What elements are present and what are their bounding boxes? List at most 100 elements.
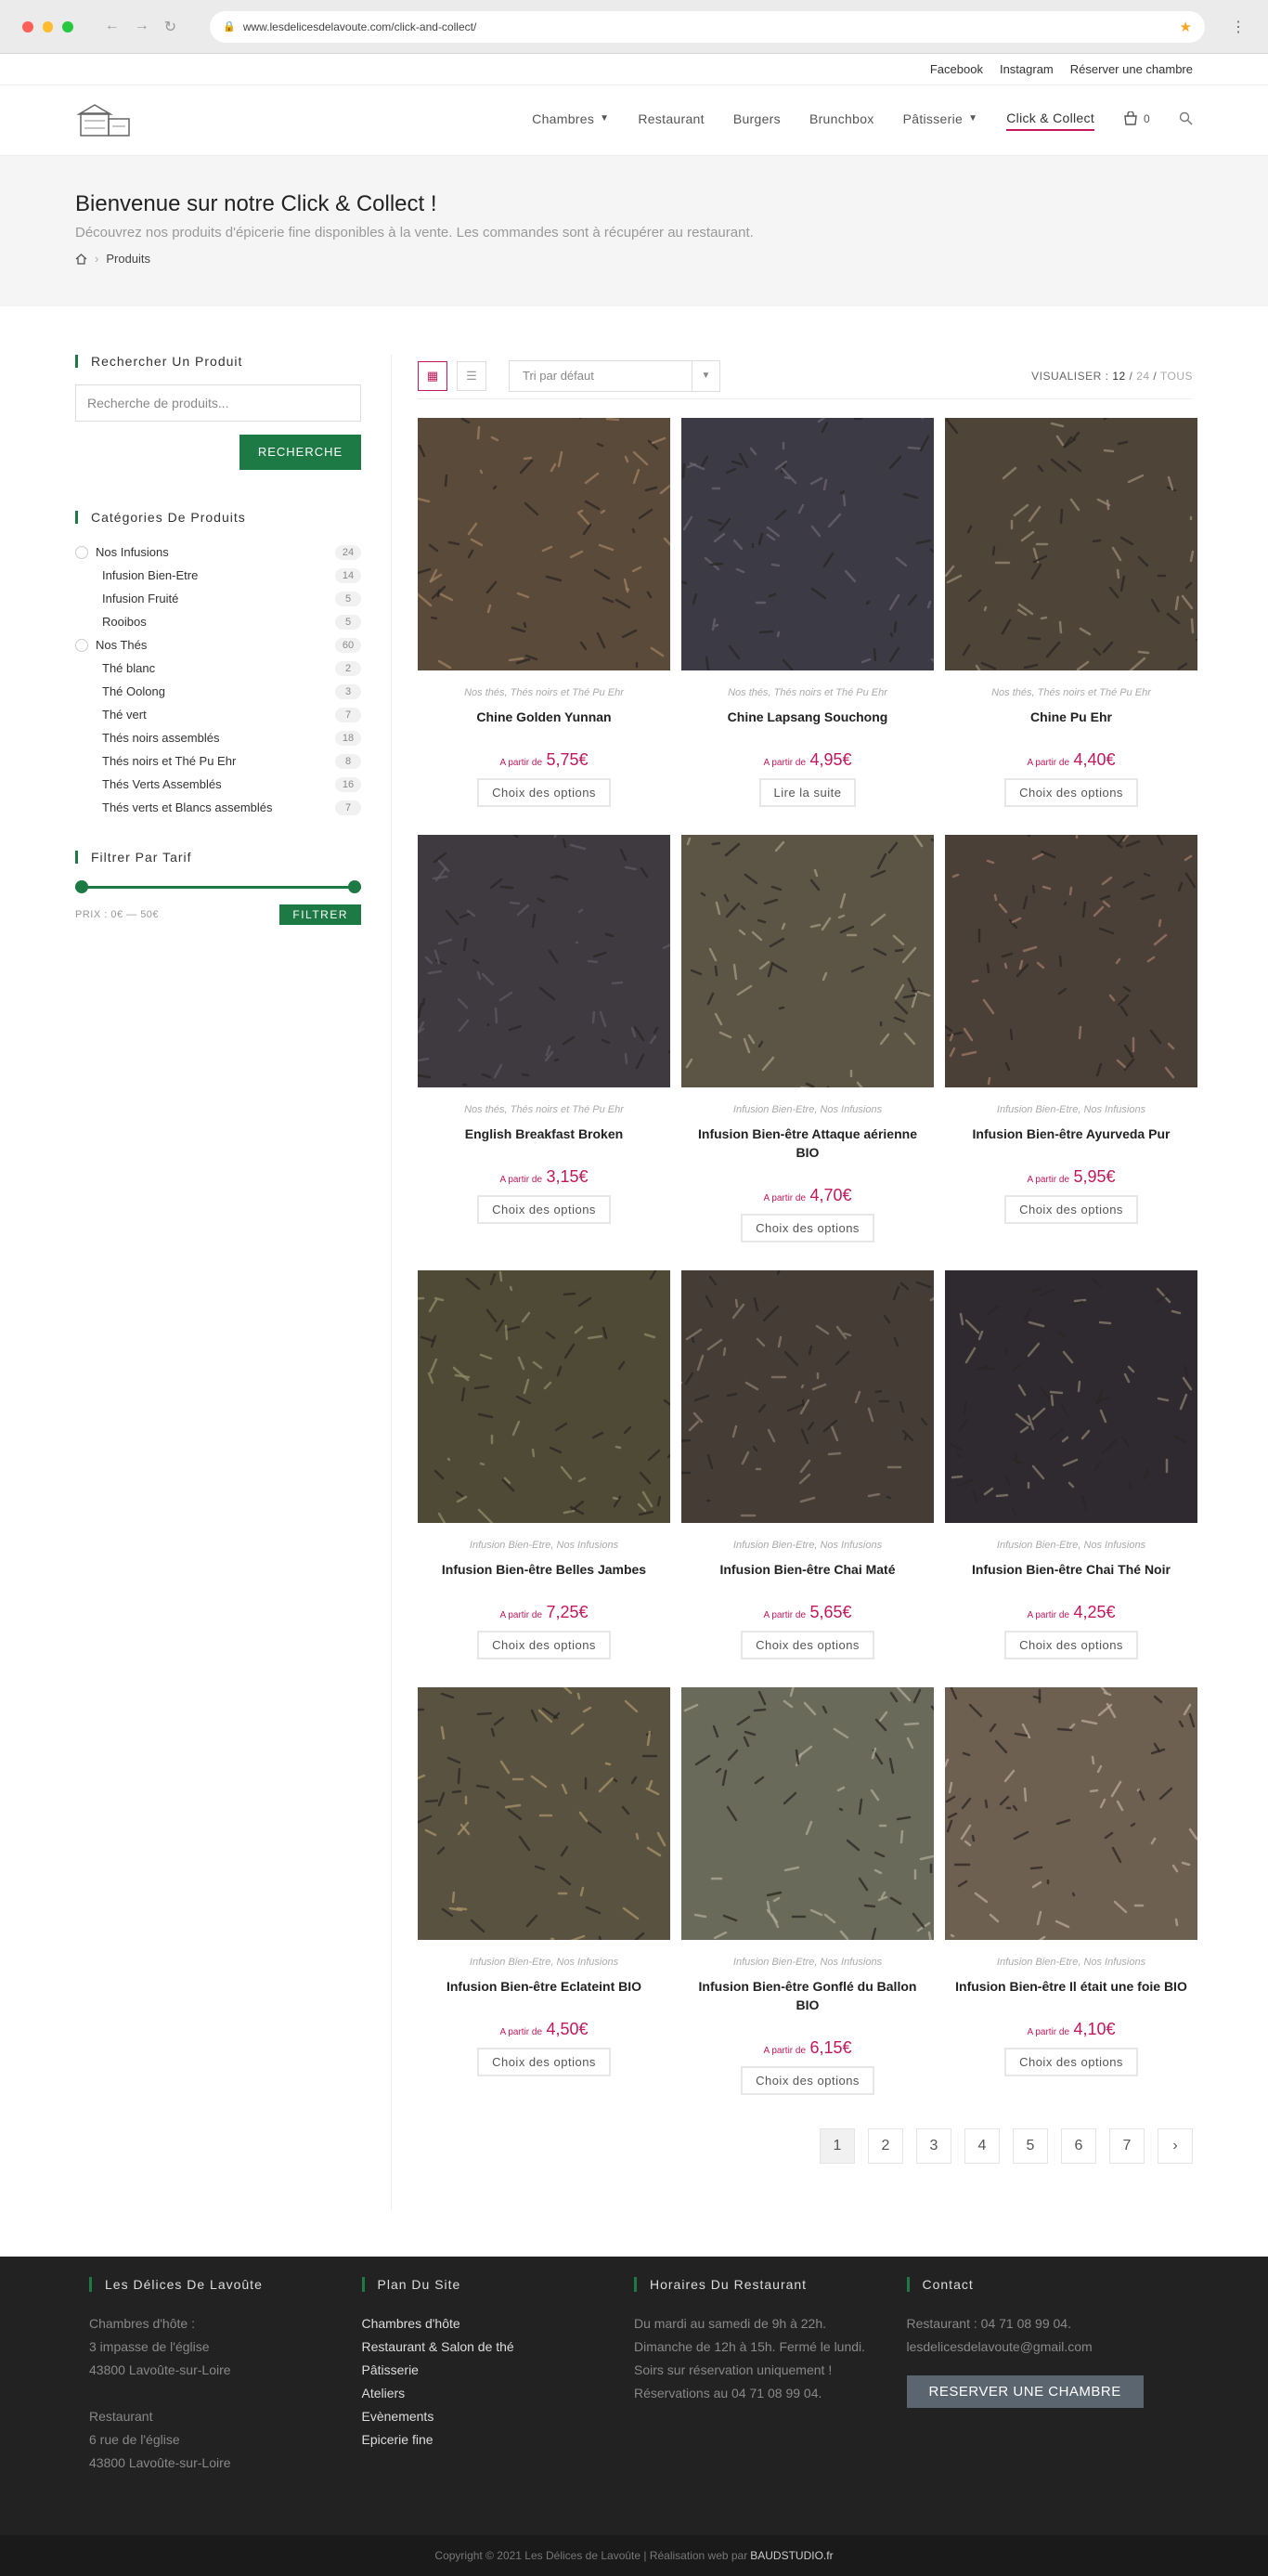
product-image[interactable] bbox=[945, 1687, 1197, 1940]
product-categories[interactable]: Infusion Bien-Etre, Nos Infusions bbox=[681, 1957, 934, 1968]
footer-sitemap-link[interactable]: Restaurant & Salon de thé bbox=[362, 2335, 635, 2359]
category-toggle-icon[interactable] bbox=[75, 545, 88, 559]
category-toggle-icon[interactable] bbox=[75, 638, 88, 652]
reserve-room-link[interactable]: Réserver une chambre bbox=[1070, 62, 1193, 76]
category-item[interactable]: Thé vert 7 bbox=[75, 703, 361, 726]
product-options-button[interactable]: Choix des options bbox=[1004, 1631, 1138, 1659]
nav-brunchbox[interactable]: Brunchbox bbox=[809, 111, 874, 130]
product-image[interactable] bbox=[681, 1270, 934, 1523]
page-2-button[interactable]: 2 bbox=[868, 2128, 903, 2164]
site-logo[interactable] bbox=[75, 102, 133, 139]
page-1-button[interactable]: 1 bbox=[820, 2128, 855, 2164]
product-name[interactable]: Chine Pu Ehr bbox=[945, 708, 1197, 726]
forward-icon[interactable]: → bbox=[135, 18, 149, 36]
list-view-button[interactable]: ☰ bbox=[457, 360, 486, 391]
product-options-button[interactable]: Choix des options bbox=[1004, 1195, 1138, 1224]
sort-select[interactable]: Tri par défaut ▼ bbox=[509, 359, 720, 392]
product-categories[interactable]: Infusion Bien-Etre, Nos Infusions bbox=[418, 1540, 670, 1551]
product-image[interactable] bbox=[418, 418, 670, 670]
home-icon[interactable] bbox=[75, 253, 87, 265]
product-name[interactable]: Chine Lapsang Souchong bbox=[681, 708, 934, 726]
maximize-window-icon[interactable] bbox=[62, 20, 73, 33]
category-item[interactable]: Infusion Bien-Etre 14 bbox=[75, 564, 361, 587]
footer-sitemap-link[interactable]: Ateliers bbox=[362, 2382, 635, 2405]
category-item[interactable]: Infusion Fruité 5 bbox=[75, 587, 361, 610]
page-6-button[interactable]: 6 bbox=[1061, 2128, 1096, 2164]
product-image[interactable] bbox=[418, 835, 670, 1087]
product-categories[interactable]: Nos thés, Thés noirs et Thé Pu Ehr bbox=[418, 687, 670, 698]
product-categories[interactable]: Infusion Bien-Etre, Nos Infusions bbox=[681, 1104, 934, 1115]
reload-icon[interactable]: ↻ bbox=[164, 18, 176, 36]
product-categories[interactable]: Infusion Bien-Etre, Nos Infusions bbox=[945, 1540, 1197, 1551]
next-page-icon[interactable]: › bbox=[1158, 2128, 1193, 2164]
page-7-button[interactable]: 7 bbox=[1109, 2128, 1145, 2164]
search-button[interactable]: RECHERCHE bbox=[239, 435, 361, 470]
product-options-button[interactable]: Choix des options bbox=[741, 2066, 874, 2095]
search-icon[interactable] bbox=[1179, 111, 1193, 129]
category-item[interactable]: Thés noirs assemblés 18 bbox=[75, 726, 361, 749]
show-all-link[interactable]: TOUS bbox=[1160, 370, 1193, 383]
product-image[interactable] bbox=[945, 418, 1197, 670]
product-image[interactable] bbox=[681, 835, 934, 1087]
product-image[interactable] bbox=[418, 1270, 670, 1523]
product-image[interactable] bbox=[681, 1687, 934, 1940]
browser-menu-icon[interactable]: ⋮ bbox=[1231, 18, 1246, 36]
page-3-button[interactable]: 3 bbox=[916, 2128, 951, 2164]
product-categories[interactable]: Nos thés, Thés noirs et Thé Pu Ehr bbox=[681, 687, 934, 698]
footer-sitemap-link[interactable]: Evènements bbox=[362, 2405, 635, 2428]
product-options-button[interactable]: Choix des options bbox=[477, 2048, 611, 2076]
product-options-button[interactable]: Choix des options bbox=[1004, 778, 1138, 807]
category-item[interactable]: Thé Oolong 3 bbox=[75, 680, 361, 703]
product-options-button[interactable]: Choix des options bbox=[741, 1214, 874, 1242]
product-options-button[interactable]: Choix des options bbox=[477, 778, 611, 807]
product-options-button[interactable]: Choix des options bbox=[477, 1631, 611, 1659]
nav-burgers[interactable]: Burgers bbox=[733, 111, 781, 130]
category-item[interactable]: Thés verts et Blancs assemblés 7 bbox=[75, 796, 361, 819]
product-search-input[interactable]: Recherche de produits... bbox=[75, 384, 361, 422]
category-item[interactable]: Thé blanc 2 bbox=[75, 657, 361, 680]
footer-sitemap-link[interactable]: Chambres d'hôte bbox=[362, 2312, 635, 2335]
product-name[interactable]: Infusion Bien-être Attaque aérienne BIO bbox=[681, 1125, 934, 1162]
product-name[interactable]: Infusion Bien-être Ayurveda Pur bbox=[945, 1125, 1197, 1143]
price-slider[interactable] bbox=[75, 880, 361, 893]
category-item[interactable]: Rooibos 5 bbox=[75, 610, 361, 633]
category-item[interactable]: Thés Verts Assemblés 16 bbox=[75, 773, 361, 796]
footer-sitemap-link[interactable]: Pâtisserie bbox=[362, 2359, 635, 2382]
footer-sitemap-link[interactable]: Epicerie fine bbox=[362, 2428, 635, 2452]
show-24-link[interactable]: 24 bbox=[1136, 370, 1149, 383]
product-image[interactable] bbox=[681, 418, 934, 670]
product-options-button[interactable]: Choix des options bbox=[741, 1631, 874, 1659]
nav-restaurant[interactable]: Restaurant bbox=[638, 111, 704, 130]
facebook-link[interactable]: Facebook bbox=[930, 62, 983, 76]
product-name[interactable]: Infusion Bien-être Gonflé du Ballon BIO bbox=[681, 1977, 934, 2014]
product-categories[interactable]: Infusion Bien-Etre, Nos Infusions bbox=[418, 1957, 670, 1968]
agency-link[interactable]: BAUDSTUDIO.fr bbox=[750, 2549, 833, 2562]
product-options-button[interactable]: Choix des options bbox=[477, 1195, 611, 1224]
product-options-button[interactable]: Lire la suite bbox=[758, 778, 857, 807]
product-image[interactable] bbox=[945, 835, 1197, 1087]
category-item[interactable]: Thés noirs et Thé Pu Ehr 8 bbox=[75, 749, 361, 773]
back-icon[interactable]: ← bbox=[105, 18, 120, 36]
footer-email[interactable]: lesdelicesdelavoute@gmail.com bbox=[907, 2335, 1180, 2359]
product-name[interactable]: Infusion Bien-être Chai Thé Noir bbox=[945, 1560, 1197, 1579]
show-12-link[interactable]: 12 bbox=[1112, 370, 1125, 383]
product-image[interactable] bbox=[945, 1270, 1197, 1523]
product-options-button[interactable]: Choix des options bbox=[1004, 2048, 1138, 2076]
bookmark-star-icon[interactable]: ★ bbox=[1180, 19, 1192, 35]
nav-chambres[interactable]: Chambres ▼ bbox=[532, 111, 609, 130]
reserve-room-button[interactable]: RESERVER UNE CHAMBRE bbox=[906, 2375, 1144, 2408]
product-image[interactable] bbox=[418, 1687, 670, 1940]
product-categories[interactable]: Infusion Bien-Etre, Nos Infusions bbox=[945, 1957, 1197, 1968]
product-categories[interactable]: Infusion Bien-Etre, Nos Infusions bbox=[681, 1540, 934, 1551]
page-4-button[interactable]: 4 bbox=[964, 2128, 1000, 2164]
product-name[interactable]: Infusion Bien-être Belles Jambes bbox=[418, 1560, 670, 1579]
category-item[interactable]: Nos Thés 60 bbox=[75, 633, 361, 657]
product-name[interactable]: Chine Golden Yunnan bbox=[418, 708, 670, 726]
price-min-handle[interactable] bbox=[75, 880, 88, 893]
minimize-window-icon[interactable] bbox=[42, 20, 54, 33]
price-max-handle[interactable] bbox=[348, 880, 361, 893]
filter-button[interactable]: FILTRER bbox=[279, 904, 361, 925]
product-categories[interactable]: Nos thés, Thés noirs et Thé Pu Ehr bbox=[418, 1104, 670, 1115]
close-window-icon[interactable] bbox=[22, 20, 33, 33]
instagram-link[interactable]: Instagram bbox=[1000, 62, 1054, 76]
